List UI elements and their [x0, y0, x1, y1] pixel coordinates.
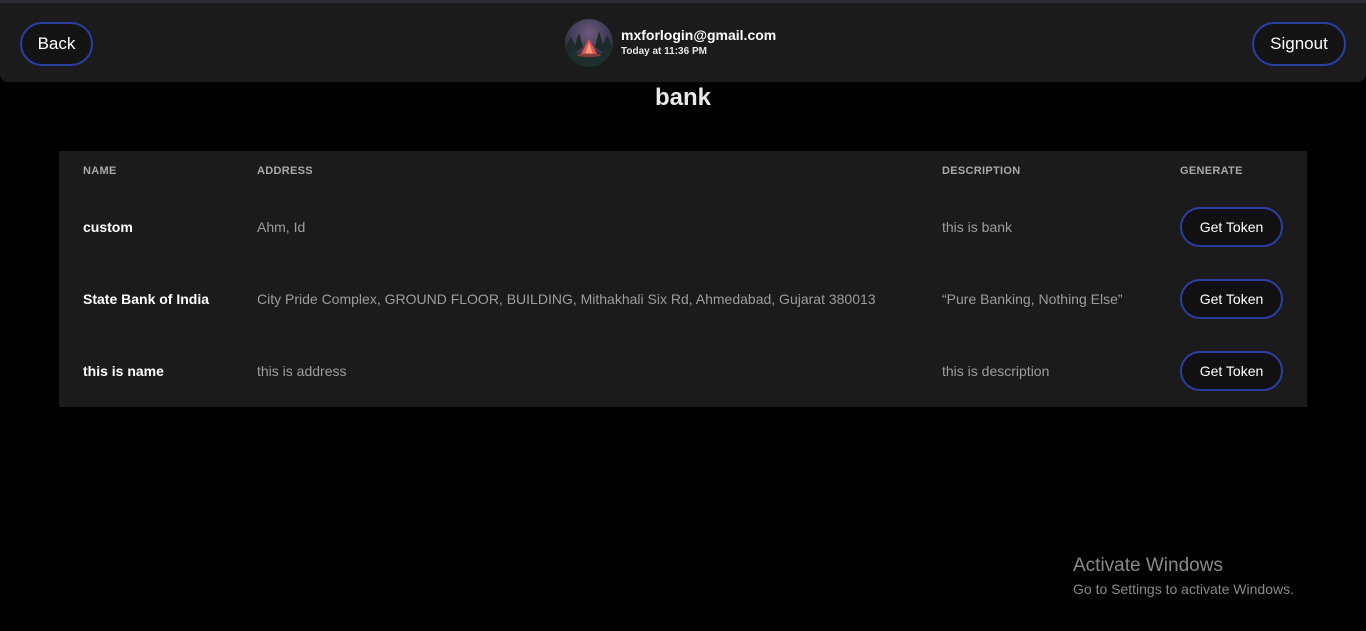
column-header-address: ADDRESS: [257, 165, 313, 177]
get-token-button[interactable]: Get Token: [1180, 279, 1283, 319]
login-timestamp: Today at 11:36 PM: [621, 46, 707, 57]
row-description: this is bank: [942, 219, 1013, 235]
avatar-camp-image: [565, 19, 613, 67]
page-title: bank: [654, 84, 711, 111]
table-row: custom Ahm, Id this is bank Get Token: [59, 191, 1307, 263]
row-name: custom: [83, 219, 133, 235]
row-address: Ahm, Id: [257, 219, 306, 235]
row-name: this is name: [83, 363, 164, 379]
row-description: this is description: [942, 363, 1050, 379]
watermark-subtitle: Go to Settings to activate Windows.: [1073, 581, 1294, 597]
signout-button[interactable]: Signout: [1252, 22, 1346, 66]
get-token-button[interactable]: Get Token: [1180, 351, 1283, 391]
table-row: State Bank of India City Pride Complex, …: [59, 263, 1307, 335]
windows-activation-watermark: Activate Windows Go to Settings to activ…: [1073, 555, 1294, 599]
top-bar: Back mxforlogin@gmail.com Today at 11:36…: [0, 3, 1366, 82]
column-header-name: NAME: [83, 165, 117, 177]
avatar[interactable]: [565, 19, 613, 67]
user-profile: mxforlogin@gmail.com Today at 11:36 PM: [565, 19, 776, 67]
column-header-description: DESCRIPTION: [942, 165, 1021, 177]
user-email: mxforlogin@gmail.com: [621, 27, 777, 43]
row-address: this is address: [257, 363, 347, 379]
bank-table: NAME ADDRESS DESCRIPTION GENERATE custom…: [59, 151, 1307, 407]
back-button[interactable]: Back: [20, 22, 93, 66]
user-info: mxforlogin@gmail.com Today at 11:36 PM: [621, 27, 776, 59]
row-address: City Pride Complex, GROUND FLOOR, BUILDI…: [257, 291, 876, 307]
watermark-title: Activate Windows: [1073, 555, 1223, 576]
table-row: this is name this is address this is des…: [59, 335, 1307, 407]
row-name: State Bank of India: [83, 291, 210, 307]
row-description: “Pure Banking, Nothing Else”: [942, 291, 1123, 307]
column-header-generate: GENERATE: [1180, 165, 1243, 177]
get-token-button[interactable]: Get Token: [1180, 207, 1283, 247]
